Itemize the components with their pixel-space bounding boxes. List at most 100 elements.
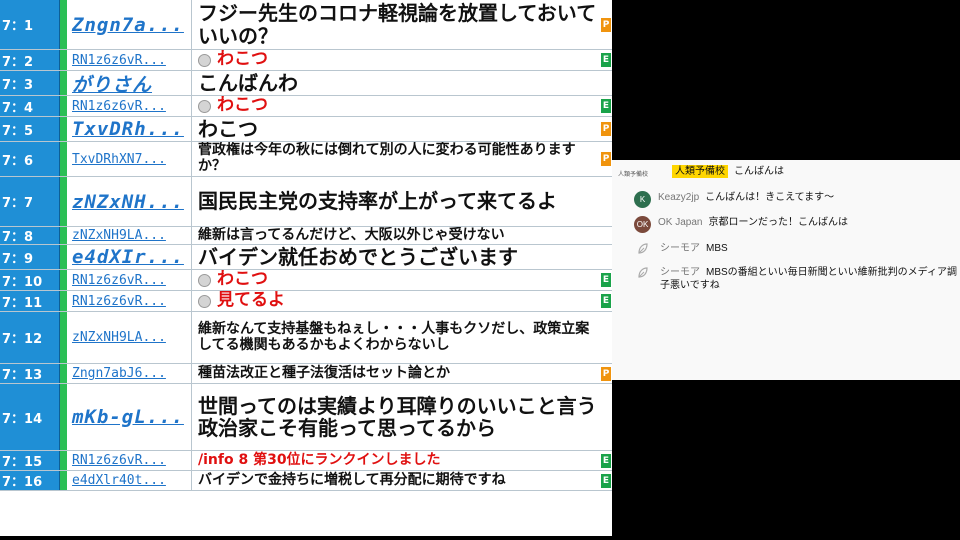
comment-text-cell: わこつ <box>192 96 600 116</box>
comment-row: 7：9 e4dXIr... バイデン就任おめでとうございます <box>0 245 612 270</box>
comment-user-cell: zNZxNH9LA... <box>67 227 192 244</box>
comment-color-bar <box>60 451 67 470</box>
comment-user-link[interactable]: RN1z6z6vR... <box>72 453 166 468</box>
chat-message-body: 人類予備校 こんばんは <box>672 165 784 178</box>
chat-author[interactable]: 人類予備校 <box>672 165 728 178</box>
comment-text: わこつ <box>217 270 268 290</box>
comment-text: わこつ <box>217 96 268 116</box>
leaf-icon <box>636 242 650 256</box>
comment-user-link[interactable]: がりさん <box>72 71 152 96</box>
comment-color-bar <box>60 471 67 490</box>
comment-number: 7：7 <box>0 177 60 226</box>
comment-user-cell: mKb-gL... <box>67 384 192 450</box>
comment-badge-cell <box>600 227 612 244</box>
comment-text: 見てるよ <box>217 291 285 311</box>
comment-user-link[interactable]: zNZxNH9LA... <box>72 228 166 243</box>
comment-badge: P <box>601 17 611 32</box>
comment-text-cell: 国民民主党の支持率が上がって来てるよ <box>192 177 600 226</box>
comment-number: 7：10 <box>0 270 60 290</box>
chat-text: こんばんは！きこえてます～ <box>705 192 835 203</box>
comment-color-bar <box>60 117 67 141</box>
comment-number: 7：2 <box>0 50 60 70</box>
comment-badge-cell <box>600 177 612 226</box>
comment-user-cell: Zngn7a... <box>67 0 192 49</box>
chat-message: シーモア MBS <box>612 242 960 256</box>
comment-badge: E <box>601 99 611 113</box>
comment-badge-cell <box>600 71 612 95</box>
comment-user-link[interactable]: e4dXIr... <box>72 246 184 268</box>
comment-user-link[interactable]: RN1z6z6vR... <box>72 273 166 288</box>
comment-text-cell: わこつ <box>192 50 600 70</box>
comment-badge-cell <box>600 312 612 363</box>
comment-viewer: 7：1 Zngn7a... フジー先生のコロナ軽視論を放置しておいていいの？ P 7：2… <box>0 0 612 536</box>
leaf-icon <box>636 266 650 280</box>
user-avatar[interactable]: OK <box>634 216 651 233</box>
comment-row: 7：1 Zngn7a... フジー先生のコロナ軽視論を放置しておいていいの？ P <box>0 0 612 50</box>
comment-user-link[interactable]: e4dXlr40t... <box>72 473 166 488</box>
comment-user-link[interactable]: zNZxNH9LA... <box>72 330 166 345</box>
comment-badge-cell: P <box>600 142 612 176</box>
comment-badge-cell: E <box>600 291 612 311</box>
comment-text: バイデンで金持ちに増税して再分配に期待ですね <box>198 471 506 488</box>
comment-number: 7：8 <box>0 227 60 245</box>
search-icon <box>198 273 211 287</box>
comment-row: 7：15 RN1z6z6vR... /info 8 第30位にランクインしました E <box>0 451 612 471</box>
comment-user-link[interactable]: Zngn7a... <box>72 14 184 36</box>
comment-text: 国民民主党の支持率が上がって来てるよ <box>198 189 557 214</box>
comment-user-link[interactable]: RN1z6z6vR... <box>72 53 166 68</box>
comment-text-cell: こんばんわ <box>192 71 600 95</box>
search-icon <box>198 53 211 67</box>
comment-text-cell: 菅政権は今年の秋には倒れて別の人に変わる可能性ありますか？ <box>192 142 600 176</box>
comment-row: 7：10 RN1z6z6vR... わこつ E <box>0 270 612 291</box>
chat-author[interactable]: Keazy2jp <box>658 192 699 203</box>
chat-author[interactable]: OK Japan <box>658 217 702 228</box>
comment-row: 7：4 RN1z6z6vR... わこつ E <box>0 96 612 117</box>
comment-user-link[interactable]: mKb-gL... <box>72 406 184 428</box>
comment-row: 7：8 zNZxNH9LA... 維新は言ってるんだけど、大阪以外じゃ受けない <box>0 227 612 245</box>
comment-user-cell: TxvDRh... <box>67 117 192 141</box>
comment-user-link[interactable]: RN1z6z6vR... <box>72 294 166 309</box>
comment-number: 7：1 <box>0 0 60 49</box>
comment-badge: E <box>601 273 611 287</box>
comment-user-cell: RN1z6z6vR... <box>67 50 192 70</box>
comment-text: 維新は言ってるんだけど、大阪以外じゃ受けない <box>198 227 505 243</box>
comment-user-cell: がりさん <box>67 71 192 95</box>
comment-user-link[interactable]: TxvDRhXN7... <box>72 152 166 167</box>
comment-row: 7：11 RN1z6z6vR... 見てるよ E <box>0 291 612 312</box>
chat-message-body: Keazy2jp こんばんは！きこえてます～ <box>658 191 834 204</box>
comment-badge: P <box>601 366 611 381</box>
comment-user-link[interactable]: TxvDRh... <box>72 118 184 140</box>
search-icon <box>198 99 211 113</box>
comment-user-cell: zNZxNH... <box>67 177 192 226</box>
comment-user-link[interactable]: Zngn7abJ6... <box>72 366 166 381</box>
comment-badge-cell: P <box>600 364 612 383</box>
chat-message-body: シーモア MBS <box>660 242 728 255</box>
comment-color-bar <box>60 270 67 290</box>
channel-avatar[interactable]: 人類予備校 <box>618 165 668 178</box>
comment-text: フジー先生のコロナ軽視論を放置しておいていいの？ <box>198 1 597 48</box>
comment-user-cell: RN1z6z6vR... <box>67 291 192 311</box>
comment-number: 7：13 <box>0 364 60 383</box>
comment-badge-cell: E <box>600 270 612 290</box>
comment-user-cell: zNZxNH9LA... <box>67 312 192 363</box>
comment-text: 維新なんて支持基盤もねぇし・・・人事もクソだし、政策立案してる機関もあるかもよく… <box>198 320 590 353</box>
comment-user-link[interactable]: zNZxNH... <box>72 191 184 213</box>
comment-text: わこつ <box>198 117 258 141</box>
chat-author[interactable]: シーモア <box>660 267 700 278</box>
comment-row: 7：16 e4dXlr40t... バイデンで金持ちに増税して再分配に期待ですね E <box>0 471 612 491</box>
comment-text-cell: バイデン就任おめでとうございます <box>192 245 600 269</box>
comment-color-bar <box>60 177 67 226</box>
user-avatar[interactable]: K <box>634 191 651 208</box>
comment-badge: P <box>601 122 611 136</box>
chat-message: K Keazy2jp こんばんは！きこえてます～ <box>612 191 960 208</box>
comment-badge-cell <box>600 384 612 450</box>
chat-message-body: シーモア MBSの番組といい毎日新聞といい維新批判のメディア調子悪いですね <box>660 266 960 292</box>
comment-badge-cell <box>600 245 612 269</box>
comment-text-cell: 維新なんて支持基盤もねぇし・・・人事もクソだし、政策立案してる機関もあるかもよく… <box>192 312 600 363</box>
comment-text-cell: わこつ <box>192 270 600 290</box>
comment-badge: P <box>601 152 611 166</box>
comment-user-link[interactable]: RN1z6z6vR... <box>72 99 166 114</box>
comment-number: 7：6 <box>0 142 60 176</box>
chat-author[interactable]: シーモア <box>660 243 700 254</box>
comment-text: 種苗法改正と種子法復活はセット論とか <box>198 364 450 381</box>
